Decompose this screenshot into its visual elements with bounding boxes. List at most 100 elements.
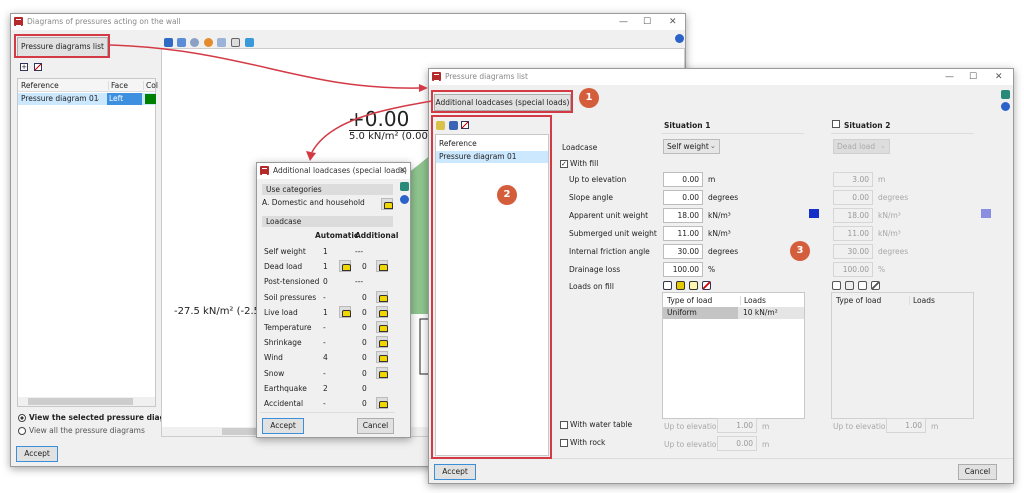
close-button[interactable]: ✕ (995, 69, 1003, 85)
maximize-button[interactable]: ☐ (969, 69, 977, 85)
water-elev-input-2[interactable]: 1.00 (886, 418, 926, 433)
main-accept-button[interactable]: Accept (16, 446, 58, 462)
add-icon[interactable]: + (20, 63, 28, 71)
situation-2-checkbox[interactable] (832, 120, 840, 128)
load-value[interactable]: 10 kN/m² (743, 308, 778, 317)
zoom-all-icon[interactable] (177, 38, 186, 47)
with-fill-label: With fill (570, 159, 599, 168)
field-unit: degrees (878, 193, 909, 202)
list-accept-button[interactable]: Accept (434, 464, 476, 480)
zoom-window-icon[interactable] (190, 38, 199, 47)
dialog-accept-button[interactable]: Accept (262, 418, 304, 434)
close-button[interactable]: ✕ (669, 14, 677, 30)
edit-additional-button[interactable] (376, 397, 388, 409)
manual-book-icon[interactable] (1001, 90, 1010, 99)
copy-icon[interactable] (858, 281, 867, 290)
refresh-icon[interactable] (204, 38, 213, 47)
diagram-table: Reference Face Col Pressure diagram 01 ⌄… (17, 78, 158, 407)
additional-count: 0 (362, 323, 367, 332)
color-swatch[interactable] (145, 94, 156, 104)
field-input-situation-2[interactable]: 0.00 (833, 190, 873, 205)
field-input-situation-2[interactable]: 11.00 (833, 226, 873, 241)
edit-category-button[interactable] (381, 198, 393, 210)
edit-icon[interactable] (676, 281, 685, 290)
col-color: Col (143, 81, 158, 90)
edit-additional-button[interactable] (376, 260, 388, 273)
field-input-situation-1[interactable]: 0.00 (663, 172, 703, 187)
rotate-icon[interactable] (164, 38, 173, 47)
radio-all[interactable] (18, 427, 26, 435)
field-label: Internal friction angle (569, 247, 650, 256)
edit-additional-button[interactable] (376, 366, 388, 379)
automatic-count: - (323, 399, 326, 408)
edit-additional-button[interactable] (376, 336, 388, 349)
chevron-down-icon[interactable]: ⌄ (94, 94, 100, 103)
help-icon[interactable] (400, 195, 409, 204)
help-icon[interactable] (675, 34, 684, 43)
app-icon (260, 166, 269, 175)
pan-hand-icon[interactable] (231, 38, 240, 47)
field-input-situation-2[interactable]: 18.00 (833, 208, 873, 223)
field-input-situation-2[interactable]: 100.00 (833, 262, 873, 277)
list-cancel-button[interactable]: Cancel (958, 464, 997, 480)
field-input-situation-1[interactable]: 100.00 (663, 262, 703, 277)
water-table-checkbox[interactable] (560, 421, 568, 429)
field-input-situation-1[interactable]: 30.00 (663, 244, 703, 259)
add-icon[interactable] (663, 281, 672, 290)
field-unit: kN/m³ (708, 211, 731, 220)
field-input-situation-1[interactable]: 18.00 (663, 208, 703, 223)
edit-additional-button[interactable] (376, 290, 388, 303)
col-face: Face (108, 81, 128, 90)
delete-icon[interactable] (871, 281, 880, 290)
zoom-out-icon[interactable] (217, 38, 226, 47)
radio-selected[interactable] (18, 414, 26, 422)
maximize-button[interactable]: ☐ (643, 14, 651, 30)
automatic-count: - (323, 323, 326, 332)
face-select[interactable]: Left (107, 93, 142, 105)
additional-count: 0 (362, 353, 367, 363)
field-input-situation-1[interactable]: 11.00 (663, 226, 703, 241)
minimize-button[interactable]: — (619, 14, 628, 30)
field-input-situation-2[interactable]: 30.00 (833, 244, 873, 259)
col-additional: Additional (355, 231, 399, 240)
rock-elev-input[interactable]: 0.00 (717, 436, 757, 451)
edit-additional-button[interactable] (376, 321, 388, 333)
edit-additional-button[interactable] (376, 351, 388, 364)
edit-additional-button[interactable] (376, 305, 388, 318)
loadcase-name: Wind (264, 353, 283, 363)
add-icon[interactable] (832, 281, 841, 290)
rock-checkbox[interactable] (560, 439, 568, 447)
copy-left-arrow-icon-2[interactable] (981, 209, 991, 218)
manual-book-icon[interactable] (400, 182, 409, 191)
select-icon[interactable] (245, 38, 254, 47)
field-input-situation-1[interactable]: 0.00 (663, 190, 703, 205)
situation-1-header: Situation 1 (664, 121, 711, 130)
table-row[interactable]: Pressure diagram 01 ⌄ Left (18, 93, 156, 105)
field-label: Submerged unit weight (569, 229, 657, 238)
delete-icon[interactable] (34, 63, 42, 71)
field-input-situation-2[interactable]: 3.00 (833, 172, 873, 187)
loadcase-1-select[interactable]: Self weight ⌄ (663, 139, 720, 154)
row-reference[interactable]: Pressure diagram 01 (21, 94, 99, 103)
delete-icon[interactable] (702, 281, 711, 290)
top-pressure-label: 5.0 kN/m² (0.00 m (349, 131, 441, 142)
load-type[interactable]: Uniform (667, 308, 697, 317)
edit-automatic-button[interactable] (339, 260, 351, 273)
copy-icon[interactable] (689, 281, 698, 290)
copy-left-arrow-icon[interactable] (809, 209, 819, 218)
table-row[interactable]: Uniform 10 kN/m² (663, 307, 804, 319)
additional-count: --- (355, 277, 364, 287)
minimize-button[interactable]: — (945, 69, 954, 85)
with-fill-checkbox[interactable]: ✓ (560, 160, 568, 168)
additional-count: --- (355, 247, 364, 256)
dialog-cancel-button[interactable]: Cancel (357, 418, 394, 434)
loadcase-2-value: Dead load (837, 142, 876, 151)
edit-automatic-button[interactable] (339, 305, 351, 318)
automatic-count: 2 (323, 383, 328, 393)
help-icon[interactable] (1001, 102, 1010, 111)
loadcase-2-select[interactable]: Dead load ⌄ (833, 139, 890, 154)
close-button[interactable]: ✕ (399, 163, 407, 179)
edit-icon[interactable] (845, 281, 854, 290)
horizontal-scrollbar[interactable] (18, 397, 155, 406)
water-elev-input-1[interactable]: 1.00 (717, 418, 757, 433)
